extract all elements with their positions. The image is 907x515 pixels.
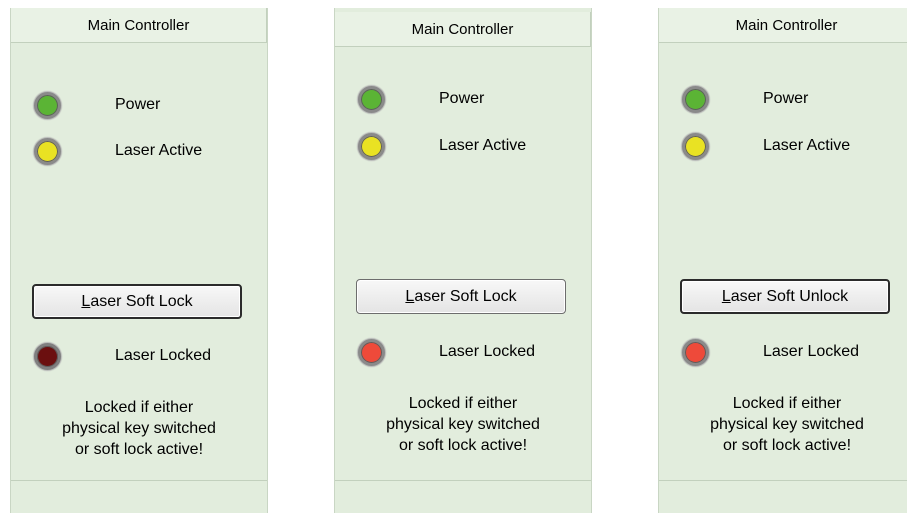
note-line-3: or soft lock active! — [722, 437, 852, 454]
lock-note: Locked if either physical key switched o… — [335, 393, 591, 456]
laser-locked-indicator-row: Laser Locked — [335, 334, 591, 370]
laser-locked-indicator-row: Laser Locked — [11, 338, 267, 374]
button-mnemonic: L — [405, 287, 415, 305]
laser-locked-indicator-row: Laser Locked — [659, 334, 907, 370]
power-indicator-row: Power — [335, 81, 591, 117]
power-indicator-row: Power — [11, 87, 267, 123]
note-line-2: physical key switched — [386, 416, 540, 433]
panel-footer — [335, 480, 591, 513]
laser-locked-led-icon — [34, 342, 61, 370]
note-line-1: Locked if either — [84, 399, 194, 416]
note-line-3: or soft lock active! — [74, 441, 204, 458]
note-line-2: physical key switched — [710, 416, 864, 433]
main-controller-panel-2: Main Controller Power Laser Active Laser… — [334, 8, 592, 513]
main-controller-panel-1: Main Controller Power Laser Active Laser… — [10, 8, 268, 513]
power-led-icon — [34, 91, 61, 119]
laser-active-led-icon — [34, 137, 61, 165]
button-mnemonic: L — [721, 287, 731, 305]
lock-note: Locked if either physical key switched o… — [659, 393, 907, 456]
laser-soft-unlock-button[interactable]: Laser Soft Unlock — [680, 279, 890, 314]
power-label: Power — [115, 96, 161, 113]
laser-active-label: Laser Active — [763, 137, 851, 154]
laser-soft-lock-button[interactable]: Laser Soft Lock — [32, 284, 242, 319]
button-label: aser Soft Lock — [414, 287, 517, 305]
note-line-1: Locked if either — [732, 395, 842, 412]
note-line-1: Locked if either — [408, 395, 518, 412]
power-led-icon — [682, 85, 709, 113]
panel-title: Main Controller — [11, 8, 267, 43]
laser-active-led-icon — [358, 132, 385, 160]
button-mnemonic: L — [81, 292, 91, 310]
note-line-2: physical key switched — [62, 420, 216, 437]
laser-soft-lock-button[interactable]: Laser Soft Lock — [356, 279, 566, 314]
lock-note: Locked if either physical key switched o… — [11, 397, 267, 460]
power-label: Power — [763, 90, 809, 107]
button-label: aser Soft Unlock — [730, 287, 849, 305]
note-line-3: or soft lock active! — [398, 437, 528, 454]
laser-locked-led-icon — [682, 338, 709, 366]
panel-footer — [659, 480, 907, 513]
laser-active-indicator-row: Laser Active — [659, 128, 907, 164]
panel-footer — [11, 480, 267, 513]
laser-locked-label: Laser Locked — [115, 347, 212, 364]
laser-active-label: Laser Active — [439, 137, 527, 154]
laser-locked-label: Laser Locked — [763, 343, 860, 360]
button-label: aser Soft Lock — [90, 292, 193, 310]
power-label: Power — [439, 90, 485, 107]
laser-active-indicator-row: Laser Active — [11, 133, 267, 169]
laser-active-indicator-row: Laser Active — [335, 128, 591, 164]
laser-locked-led-icon — [358, 338, 385, 366]
power-indicator-row: Power — [659, 81, 907, 117]
panel-title: Main Controller — [335, 12, 591, 47]
power-led-icon — [358, 85, 385, 113]
laser-active-label: Laser Active — [115, 142, 203, 159]
laser-locked-label: Laser Locked — [439, 343, 536, 360]
main-controller-panel-3: Main Controller Power Laser Active Laser… — [658, 8, 907, 513]
laser-active-led-icon — [682, 132, 709, 160]
panel-title: Main Controller — [659, 8, 907, 43]
